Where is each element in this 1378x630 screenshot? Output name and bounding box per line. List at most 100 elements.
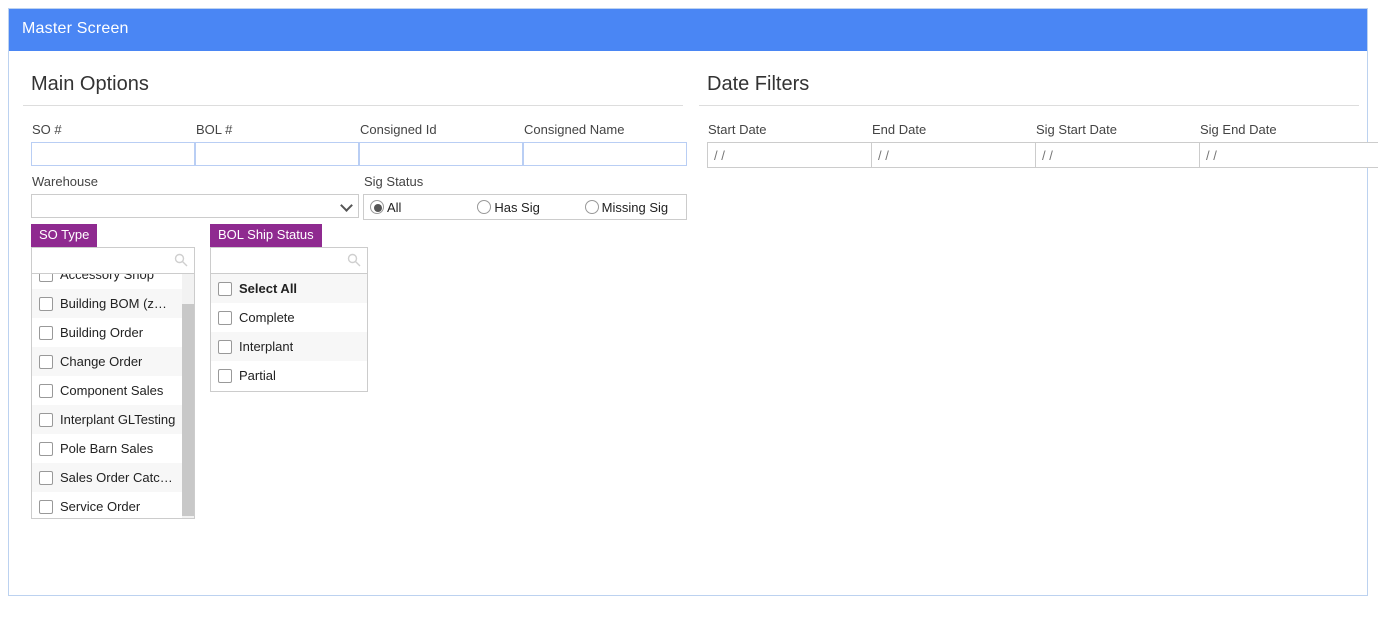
list-item-label: Sales Order Catc…	[60, 470, 173, 485]
consigned-name-field: Consigned Name	[523, 122, 687, 166]
checkbox-icon[interactable]	[39, 354, 53, 369]
list-item[interactable]: Select All	[211, 274, 367, 303]
main-options-field-row: SO # BOL # Consigned Id Consigned Name	[23, 122, 687, 174]
list-item[interactable]: Pole Barn Sales	[32, 434, 194, 463]
date-filters-section: Date Filters Start Date / / End Date / /…	[699, 71, 1378, 174]
sig-status-option-has-sig[interactable]: Has Sig	[473, 200, 580, 215]
so-type-scrollbar[interactable]	[182, 274, 194, 518]
checkbox-icon[interactable]	[39, 296, 53, 311]
list-item-label: Change Order	[60, 354, 143, 369]
start-date-input[interactable]	[707, 142, 896, 168]
sig-start-date-input[interactable]	[1035, 142, 1224, 168]
bol-number-label: BOL #	[196, 122, 233, 137]
list-item-label: Complete	[239, 310, 295, 325]
list-item[interactable]: Complete	[211, 303, 367, 332]
list-item[interactable]: Building Order	[32, 318, 194, 347]
sig-start-date-label: Sig Start Date	[1036, 122, 1117, 137]
sig-status-option-missing-sig-label: Missing Sig	[601, 199, 669, 215]
checkbox-icon[interactable]	[39, 325, 53, 340]
radio-indicator-all[interactable]	[370, 200, 384, 214]
consigned-id-input[interactable]	[359, 142, 523, 166]
consigned-name-label: Consigned Name	[524, 122, 625, 137]
bol-ship-status-multiselect: BOL Ship Status Select All Complete Inte…	[210, 224, 368, 392]
so-number-label: SO #	[32, 122, 62, 137]
so-type-multiselect: SO Type Accessory Shop Building BOM (z… …	[31, 224, 195, 519]
checkbox-icon[interactable]	[39, 412, 53, 427]
bol-number-field: BOL #	[195, 122, 359, 166]
list-item-label: Service Order	[60, 499, 141, 514]
list-item[interactable]: Sales Order Catc…	[32, 463, 194, 492]
date-filters-divider	[699, 105, 1359, 106]
so-type-tab-label: SO Type	[31, 224, 98, 247]
bol-number-input[interactable]	[195, 142, 359, 166]
list-item-label: Partial	[239, 368, 276, 383]
list-item-label: Building BOM (z…	[60, 296, 167, 311]
so-number-input[interactable]	[31, 142, 195, 166]
app-root: Master Screen Main Options SO # BOL # Co…	[0, 0, 1378, 630]
warehouse-label: Warehouse	[32, 174, 98, 189]
checkbox-icon[interactable]	[218, 339, 232, 354]
sig-status-radio-group: All Has Sig Missing Sig	[363, 194, 687, 220]
bol-ship-status-box: Select All Complete Interplant Partial	[210, 247, 368, 392]
sig-status-option-missing-sig[interactable]: Missing Sig	[581, 200, 684, 215]
start-date-label: Start Date	[708, 122, 767, 137]
master-screen-panel: Master Screen Main Options SO # BOL # Co…	[8, 8, 1378, 596]
list-item[interactable]: Interplant	[211, 332, 367, 361]
bol-ship-status-tab-label: BOL Ship Status	[210, 224, 322, 247]
so-type-search-input[interactable]	[32, 248, 194, 272]
consigned-name-input[interactable]	[523, 142, 687, 166]
sig-start-date-field: Sig Start Date	[1035, 122, 1254, 168]
list-item-label: Accessory Shop	[60, 274, 154, 282]
main-options-heading: Main Options	[31, 73, 149, 95]
sig-status-option-all-label: All	[387, 199, 402, 215]
bol-ship-status-search	[211, 248, 367, 274]
warehouse-sig-row: Warehouse Sig Status All Has Sig Missing…	[23, 174, 687, 224]
end-date-field: End Date	[871, 122, 1090, 168]
checkbox-icon[interactable]	[39, 441, 53, 456]
end-date-input[interactable]	[871, 142, 1060, 168]
so-type-search	[32, 248, 194, 274]
sig-end-date-label: Sig End Date	[1200, 122, 1277, 137]
checkbox-icon[interactable]	[218, 281, 232, 296]
list-item[interactable]: Component Sales	[32, 376, 194, 405]
window-title: Master Screen	[22, 20, 129, 37]
checkbox-icon[interactable]	[218, 310, 232, 325]
bol-ship-status-list[interactable]: Select All Complete Interplant Partial	[211, 274, 367, 391]
sig-status-option-all[interactable]: All	[366, 200, 473, 215]
checkbox-icon[interactable]	[218, 368, 232, 383]
warehouse-select-wrap	[31, 194, 359, 218]
bol-ship-status-search-input[interactable]	[211, 248, 367, 272]
radio-indicator-has-sig[interactable]	[477, 200, 492, 214]
sig-end-date-input[interactable]	[1199, 142, 1378, 168]
window-titlebar: Master Screen	[9, 9, 1367, 51]
warehouse-select[interactable]	[31, 194, 359, 218]
start-date-field: Start Date	[707, 122, 926, 168]
sig-status-label: Sig Status	[364, 174, 424, 189]
list-item[interactable]: Change Order	[32, 347, 194, 376]
consigned-id-label: Consigned Id	[360, 122, 437, 137]
main-options-section: Main Options SO # BOL # Consigned Id Con…	[23, 71, 687, 524]
so-type-scrollbar-thumb[interactable]	[182, 304, 194, 516]
sig-end-date-field: Sig End Date	[1199, 122, 1378, 168]
checkbox-icon[interactable]	[39, 499, 53, 514]
list-item[interactable]: Interplant GLTesting	[32, 405, 194, 434]
so-type-box: Accessory Shop Building BOM (z… Building…	[31, 247, 195, 519]
list-item-label: Select All	[239, 281, 298, 296]
date-filters-field-row: Start Date / / End Date / / Sig Start Da…	[699, 122, 1378, 174]
checkbox-icon[interactable]	[39, 470, 53, 485]
consigned-id-field: Consigned Id	[359, 122, 523, 166]
so-type-list[interactable]: Accessory Shop Building BOM (z… Building…	[32, 274, 194, 518]
list-item[interactable]: Service Order	[32, 492, 194, 518]
list-item[interactable]: Accessory Shop	[32, 274, 194, 289]
checkbox-icon[interactable]	[39, 274, 53, 282]
list-item-label: Building Order	[60, 325, 144, 340]
sig-start-date-wrap	[1035, 142, 1254, 168]
list-item-label: Interplant	[239, 339, 294, 354]
checkbox-icon[interactable]	[39, 383, 53, 398]
main-options-divider	[23, 105, 683, 106]
list-item[interactable]: Partial	[211, 361, 367, 390]
radio-indicator-missing-sig[interactable]	[584, 200, 599, 214]
list-item[interactable]: Building BOM (z…	[32, 289, 194, 318]
end-date-wrap	[871, 142, 1090, 168]
so-type-list-viewport: Accessory Shop Building BOM (z… Building…	[32, 274, 194, 518]
